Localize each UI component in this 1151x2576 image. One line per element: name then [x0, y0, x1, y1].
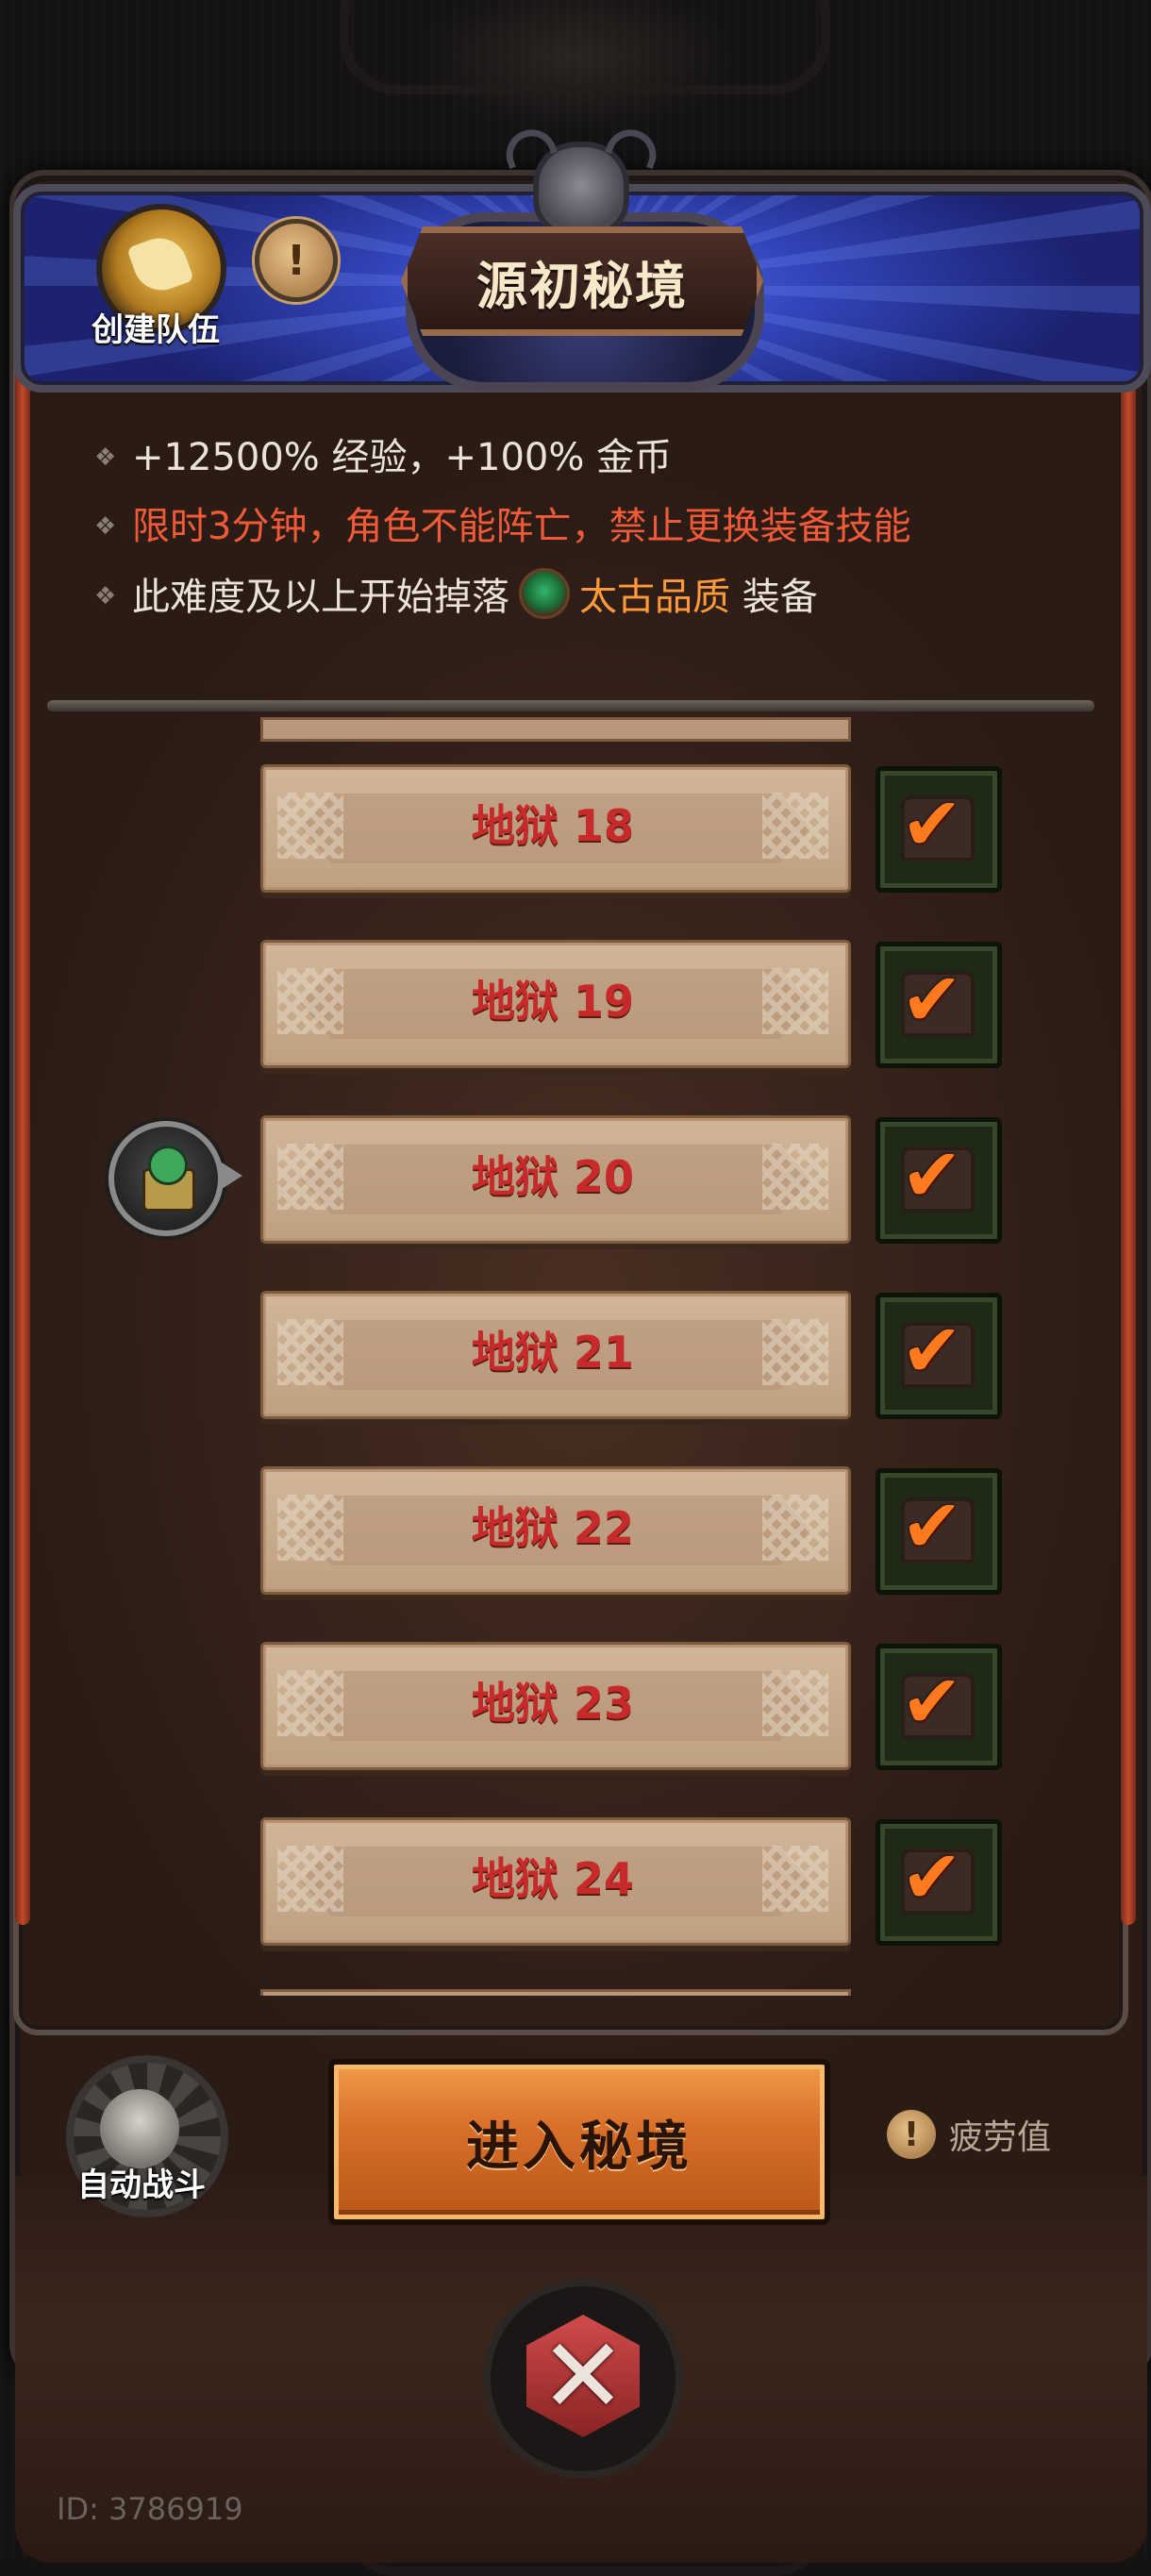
section-divider — [47, 700, 1094, 711]
check-icon: ✔ — [901, 782, 963, 867]
bullet-icon: ❖ — [94, 443, 117, 472]
rules-info: ❖ +12500% 经验，+100% 金币 ❖ 限时3分钟，角色不能阵亡，禁止更… — [57, 429, 1094, 708]
check-icon: ✔ — [901, 1835, 963, 1920]
level-label: 地狱 20 — [471, 1151, 635, 1202]
info-icon[interactable]: ! — [255, 219, 338, 302]
level-label: 地狱 23 — [471, 1678, 635, 1729]
difficulty-list[interactable]: 地狱 18 ✔ 地狱 19 ✔ 地狱 20 ✔ 地狱 21 ✔ 地狱 22 ✔ … — [57, 717, 1094, 1996]
cleared-checkbox[interactable]: ✔ — [876, 1117, 1002, 1244]
check-icon: ✔ — [901, 958, 963, 1043]
bullet-icon: ❖ — [94, 512, 117, 541]
check-icon: ✔ — [901, 1309, 963, 1394]
reward-info-line: ❖ +12500% 经验，+100% 金币 — [94, 429, 673, 486]
list-item[interactable]: 地狱 18 — [260, 764, 851, 893]
check-icon: ✔ — [901, 1660, 963, 1745]
top-ornament — [340, 0, 830, 94]
cleared-checkbox[interactable]: ✔ — [876, 1644, 1002, 1770]
list-item-partial-top — [260, 717, 851, 742]
close-button[interactable]: ✕ — [483, 2279, 683, 2479]
left-side-bar — [15, 283, 30, 1925]
cleared-checkbox[interactable]: ✔ — [876, 766, 1002, 893]
list-item-partial-bottom — [260, 1989, 851, 1996]
check-icon: ✔ — [901, 1484, 963, 1569]
list-item[interactable]: 地狱 20 — [260, 1115, 851, 1244]
drop-info-line: ❖ 此难度及以上开始掉落 太古品质 装备 — [94, 568, 818, 625]
level-label: 地狱 19 — [471, 976, 635, 1027]
list-item[interactable]: 地狱 22 — [260, 1466, 851, 1595]
create-team-label: 创建队伍 — [92, 311, 220, 349]
auto-battle-button[interactable]: 自动战斗 — [57, 2055, 228, 2225]
current-level-marker — [108, 1121, 242, 1236]
fatigue-label: 疲劳值 — [949, 2118, 1052, 2157]
level-label: 地狱 22 — [471, 1502, 635, 1553]
list-item[interactable]: 地狱 23 — [260, 1642, 851, 1770]
cleared-checkbox[interactable]: ✔ — [876, 1819, 1002, 1946]
skull-ornament-icon — [533, 142, 629, 238]
ancient-gear-icon — [519, 568, 570, 619]
clock-icon — [148, 1146, 188, 1185]
drop-text-prefix: 此难度及以上开始掉落 — [132, 576, 509, 619]
level-label: 地狱 24 — [471, 1853, 635, 1904]
close-icon: ✕ — [539, 2316, 627, 2436]
page-title: 源初秘境 — [476, 255, 688, 316]
title-plate: 源初秘境 — [401, 226, 763, 336]
list-item[interactable]: 地狱 24 — [260, 1817, 851, 1946]
create-team-button[interactable]: 创建队伍 — [75, 198, 236, 359]
restriction-info-line: ❖ 限时3分钟，角色不能阵亡，禁止更换装备技能 — [94, 498, 911, 555]
level-label: 地狱 18 — [471, 800, 635, 851]
user-id: ID: 3786919 — [57, 2491, 243, 2527]
info-icon: ! — [887, 2110, 936, 2159]
list-item[interactable]: 地狱 19 — [260, 940, 851, 1068]
reward-text: +12500% 经验，+100% 金币 — [132, 436, 673, 479]
level-label: 地狱 21 — [471, 1327, 635, 1378]
enter-dungeon-button[interactable]: 进入秘境 — [328, 2059, 830, 2225]
fatigue-info[interactable]: ! 疲劳值 — [887, 2106, 1051, 2163]
right-side-bar — [1121, 283, 1136, 1925]
check-icon: ✔ — [901, 1133, 963, 1218]
cleared-checkbox[interactable]: ✔ — [876, 1468, 1002, 1595]
restriction-text: 限时3分钟，角色不能阵亡，禁止更换装备技能 — [132, 505, 911, 548]
cleared-checkbox[interactable]: ✔ — [876, 1293, 1002, 1419]
auto-battle-label: 自动战斗 — [77, 2166, 206, 2204]
drop-text-suffix: 装备 — [742, 576, 818, 619]
quality-text: 太古品质 — [579, 576, 730, 619]
cleared-checkbox[interactable]: ✔ — [876, 942, 1002, 1068]
bullet-icon: ❖ — [94, 582, 117, 611]
list-item[interactable]: 地狱 21 — [260, 1291, 851, 1419]
